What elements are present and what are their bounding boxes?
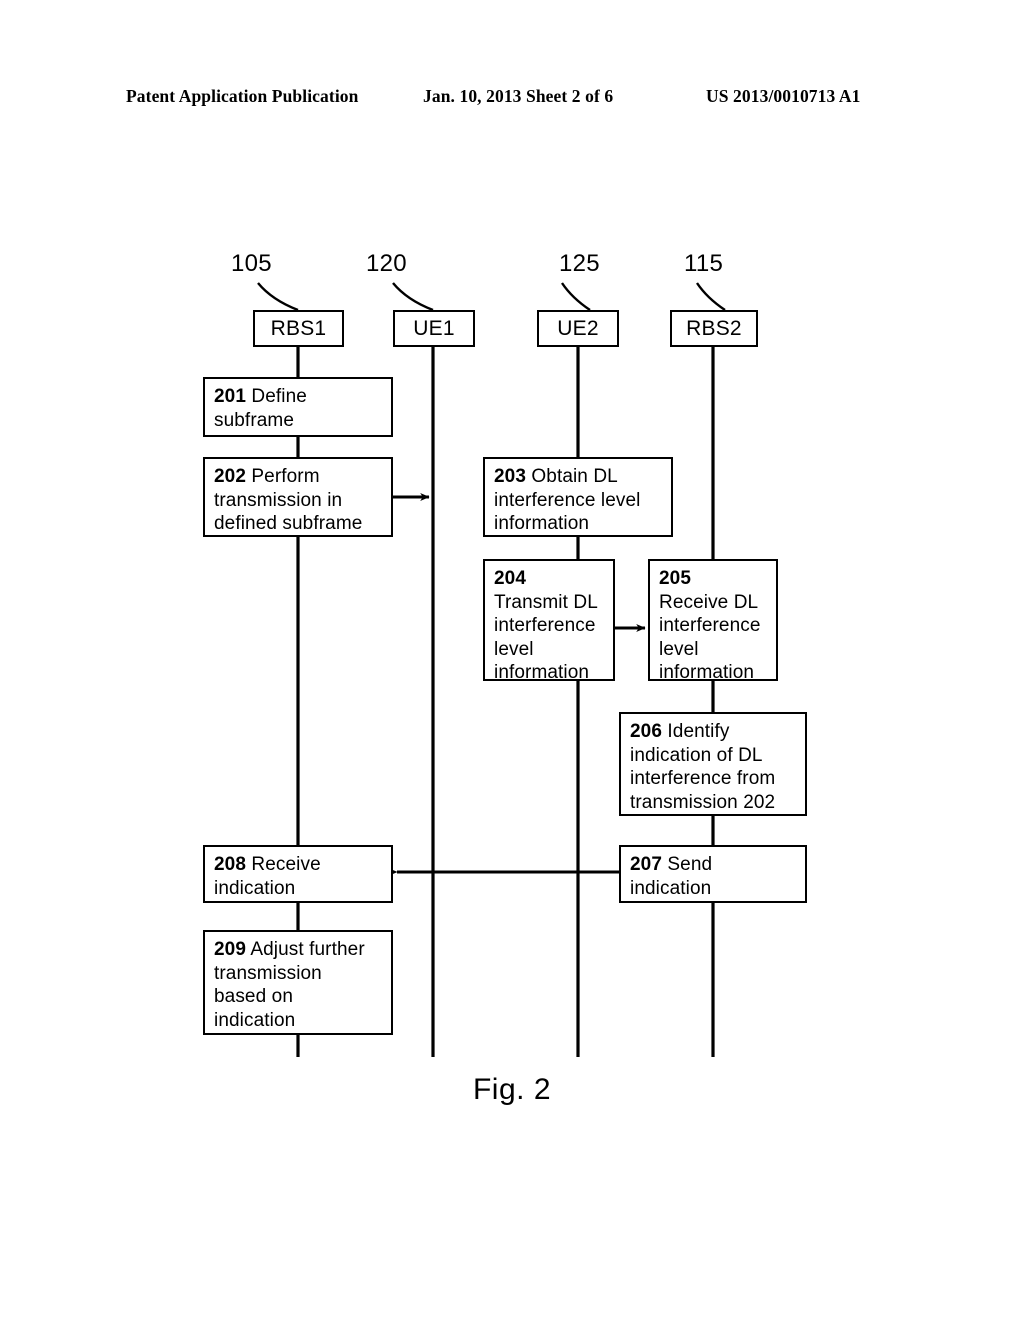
leader-line-115 — [696, 282, 726, 311]
node-label-ue1: UE1 — [413, 316, 455, 340]
step-205-line4: level — [659, 638, 699, 660]
step-203-id: 203 — [494, 466, 527, 487]
step-206-id: 206 — [630, 721, 663, 742]
step-205-line2: Receive DL — [659, 591, 759, 613]
step-205-line3: interference — [659, 615, 761, 636]
step-box-206[interactable]: 206 Identify indication of DL interferen… — [619, 712, 807, 816]
step-box-209[interactable]: 209 Adjust further transmission based on… — [203, 930, 393, 1035]
leader-line-125 — [561, 282, 591, 311]
figure-caption: Fig. 2 — [472, 1073, 552, 1106]
step-205-line5: information — [659, 662, 755, 683]
step-209-line2: transmission — [214, 962, 322, 984]
step-204-line4: level — [494, 638, 534, 660]
leader-line-105 — [257, 282, 299, 312]
node-label-ue2: UE2 — [557, 316, 599, 340]
step-206-line1: Identify — [662, 721, 730, 742]
step-box-202[interactable]: 202 Perform transmission in defined subf… — [203, 457, 393, 537]
step-202-id: 202 — [214, 466, 247, 487]
step-203-line2: interference level — [494, 489, 641, 511]
ref-numeral-125: 125 — [559, 250, 600, 277]
node-box-ue1[interactable]: UE1 — [393, 310, 475, 347]
step-203-line3: information — [494, 513, 590, 534]
node-label-rbs2: RBS2 — [686, 316, 742, 340]
step-box-208[interactable]: 208 Receive indication — [203, 845, 393, 903]
step-204-line2: Transmit DL — [494, 591, 598, 613]
node-box-ue2[interactable]: UE2 — [537, 310, 619, 347]
step-206-line3: interference from — [630, 768, 776, 789]
step-205-id: 205 — [659, 568, 692, 589]
node-box-rbs2[interactable]: RBS2 — [670, 310, 758, 347]
step-209-line4: indication — [214, 1009, 296, 1031]
step-box-205[interactable]: 205 Receive DL interference level inform… — [648, 559, 778, 683]
step-206-line2: indication of DL — [630, 744, 763, 766]
step-208-line1: Receive — [246, 854, 321, 875]
step-208-line2: indication — [214, 877, 296, 899]
step-209-line1: Adjust further — [246, 939, 365, 960]
step-203-line1: Obtain DL — [526, 466, 618, 487]
patent-figure: 105 120 125 115 RBS1 UE1 UE2 RBS2 201 De… — [0, 0, 1024, 1320]
step-box-204[interactable]: 204 Transmit DL interference level infor… — [483, 559, 615, 683]
step-208-id: 208 — [214, 854, 247, 875]
step-204-id: 204 — [494, 568, 527, 589]
step-207-line1: Send — [662, 854, 713, 875]
step-204-line3: interference — [494, 615, 596, 636]
step-201-line2: subframe — [214, 409, 295, 431]
ref-numeral-105: 105 — [231, 250, 272, 277]
step-202-line1: Perform — [246, 466, 320, 487]
leader-line-120 — [392, 282, 434, 312]
node-label-rbs1: RBS1 — [270, 316, 327, 340]
step-204-line5: information — [494, 662, 590, 683]
step-box-207[interactable]: 207 Send indication — [619, 845, 807, 903]
step-209-id: 209 — [214, 939, 247, 960]
step-202-line2: transmission in — [214, 489, 343, 511]
step-207-line2: indication — [630, 877, 712, 899]
ref-numeral-115: 115 — [684, 250, 724, 277]
step-box-201[interactable]: 201 Define subframe — [203, 377, 393, 437]
step-201-line1: Define — [246, 386, 307, 407]
node-box-rbs1[interactable]: RBS1 — [253, 310, 344, 347]
step-206-line4: transmission 202 — [630, 791, 776, 813]
ref-numeral-120: 120 — [366, 250, 407, 277]
step-202-line3: defined subframe — [214, 513, 363, 534]
step-207-id: 207 — [630, 854, 663, 875]
step-box-203[interactable]: 203 Obtain DL interference level informa… — [483, 457, 673, 537]
step-209-line3: based on — [214, 986, 293, 1007]
step-201-id: 201 — [214, 386, 247, 407]
